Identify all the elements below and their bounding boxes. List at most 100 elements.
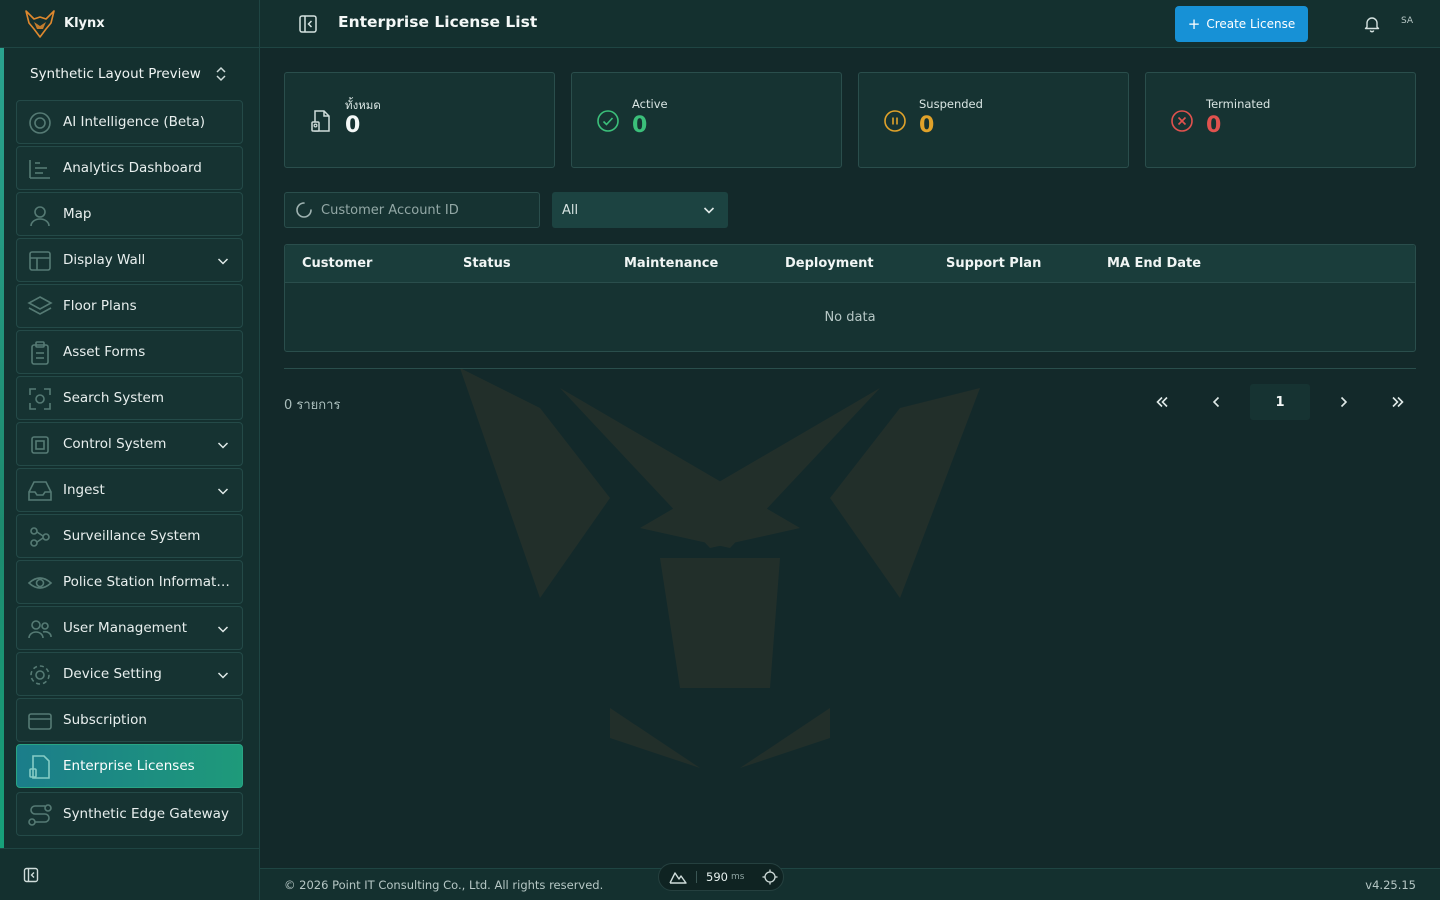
column-header-status[interactable]: Status	[446, 256, 607, 271]
next-page-button[interactable]	[1324, 384, 1364, 420]
sidebar-item-label: Floor Plans	[63, 298, 137, 314]
clipboard-icon	[31, 341, 49, 365]
copyright-text: © 2026 Point IT Consulting Co., Ltd. All…	[284, 878, 604, 892]
column-header-support-plan[interactable]: Support Plan	[929, 256, 1090, 271]
stat-label: Terminated	[1206, 97, 1271, 111]
column-header-ma-end-date[interactable]: MA End Date	[1090, 256, 1251, 271]
table-empty-state: No data	[824, 309, 876, 325]
status-filter-value: All	[562, 202, 579, 218]
sidebar-item-label: Ingest	[63, 482, 105, 498]
eye-icon	[27, 577, 53, 589]
performance-indicator[interactable]: 590 ms	[658, 863, 784, 891]
sidebar-item-label: Asset Forms	[63, 344, 146, 360]
sidebar-item-ingest[interactable]: Ingest	[16, 468, 243, 512]
license-icon	[29, 755, 50, 779]
response-time-unit: ms	[730, 872, 745, 882]
license-table: Customer Status Maintenance Deployment Suppo…	[284, 244, 1416, 352]
separator	[696, 871, 697, 883]
create-license-button[interactable]: + Create License	[1175, 6, 1308, 42]
chevron-down-icon	[217, 488, 229, 495]
sidebar-item-display-wall[interactable]: Display Wall	[16, 238, 243, 282]
stat-card-total: ทั้งหมด 0	[284, 72, 555, 168]
users-icon	[28, 620, 52, 639]
sidebar-item-synthetic-edge-gateway[interactable]: Synthetic Edge Gateway	[16, 792, 243, 836]
sidebar-item-subscription[interactable]: Subscription	[16, 698, 243, 742]
sidebar-item-map[interactable]: Map	[16, 192, 243, 236]
record-count: 0 รายการ	[284, 398, 341, 413]
sidebar-item-floor-plans[interactable]: Floor Plans	[16, 284, 243, 328]
last-page-button[interactable]	[1378, 384, 1418, 420]
divider	[284, 368, 1416, 369]
cpu-icon	[31, 436, 49, 454]
network-icon	[30, 527, 50, 547]
previous-page-button[interactable]	[1196, 384, 1236, 420]
version-text: v4.25.15	[1365, 878, 1416, 892]
chevron-left-icon	[1212, 396, 1220, 408]
stat-value: 0	[1206, 113, 1222, 138]
customer-search-input[interactable]	[321, 202, 531, 218]
sidebar-nav: AI Intelligence (Beta) Analytics Dashboar…	[16, 100, 243, 838]
sidebar-toggle-icon[interactable]	[298, 14, 318, 34]
sidebar-item-label: Police Station Informati...	[63, 574, 231, 590]
column-header-customer[interactable]: Customer	[285, 256, 446, 271]
chevron-down-icon	[217, 258, 229, 265]
check-circle-icon	[597, 110, 619, 132]
workspace-switcher[interactable]: Synthetic Layout Preview	[16, 58, 242, 90]
first-page-button[interactable]	[1142, 384, 1182, 420]
sidebar-item-label: Surveillance System	[63, 528, 201, 544]
current-page[interactable]: 1	[1250, 384, 1310, 420]
sidebar-footer	[0, 848, 260, 900]
sidebar-item-enterprise-licenses[interactable]: Enterprise Licenses	[16, 744, 243, 788]
chevron-down-icon	[217, 626, 229, 633]
main-content: ทั้งหมด0 Active 0 Suspended 0 Terminated 0 All…	[260, 48, 1440, 868]
sidebar-item-label: Subscription	[63, 712, 147, 728]
bell-icon[interactable]	[1363, 15, 1381, 33]
sidebar-collapse-icon[interactable]	[23, 867, 39, 883]
x-circle-icon	[1171, 110, 1193, 132]
sidebar-item-asset-forms[interactable]: Asset Forms	[16, 330, 243, 374]
sidebar-item-label: Enterprise Licenses	[63, 758, 195, 774]
stat-label: Suspended	[919, 97, 983, 111]
sidebar-item-control-system[interactable]: Control System	[16, 422, 243, 466]
response-time-value: 590	[706, 870, 728, 884]
column-header-deployment[interactable]: Deployment	[768, 256, 929, 271]
sidebar-item-device-setting[interactable]: Device Setting	[16, 652, 243, 696]
sidebar-accent-bar	[0, 48, 4, 848]
brand[interactable]: Klynx	[0, 0, 260, 48]
sidebar-item-police-station-informati[interactable]: Police Station Informati...	[16, 560, 243, 604]
gear-icon	[30, 665, 50, 685]
status-filter-select[interactable]: All	[552, 192, 728, 228]
crosshair-icon[interactable]	[762, 869, 778, 885]
chart-icon	[29, 160, 50, 179]
sidebar-item-analytics-dashboard[interactable]: Analytics Dashboard	[16, 146, 243, 190]
chevron-down-icon	[217, 442, 229, 449]
ai-icon	[29, 112, 51, 134]
sidebar-item-label: AI Intelligence (Beta)	[63, 114, 206, 130]
avatar[interactable]: SA	[1401, 16, 1413, 26]
sidebar-item-surveillance-system[interactable]: Surveillance System	[16, 514, 243, 558]
scan-icon	[29, 388, 51, 410]
stat-value: 0	[345, 113, 361, 138]
sidebar: Klynx Synthetic Layout Preview AI Intell…	[0, 0, 260, 900]
chevron-right-icon	[1340, 396, 1348, 408]
table-header-row: Customer Status Maintenance Deployment Suppo…	[285, 245, 1415, 283]
document-icon	[311, 110, 330, 132]
stat-value: 0	[632, 113, 648, 138]
chevrons-left-icon	[1156, 396, 1168, 408]
page-title: Enterprise License List	[338, 13, 538, 31]
chevron-down-icon	[217, 672, 229, 679]
stat-card-suspended: Suspended 0	[858, 72, 1129, 168]
stat-value: 0	[919, 113, 935, 138]
sidebar-item-ai-intelligence-beta[interactable]: AI Intelligence (Beta)	[16, 100, 243, 144]
sidebar-item-label: User Management	[63, 620, 187, 636]
sidebar-item-label: Search System	[63, 390, 165, 406]
customer-search-field[interactable]	[284, 192, 540, 228]
stat-card-active: Active 0	[571, 72, 842, 168]
sidebar-item-search-system[interactable]: Search System	[16, 376, 243, 420]
stat-label: Active	[632, 97, 668, 111]
workspace-name: Synthetic Layout Preview	[30, 66, 201, 82]
sidebar-item-user-management[interactable]: User Management	[16, 606, 243, 650]
sidebar-item-label: Synthetic Edge Gateway	[63, 806, 229, 822]
inbox-icon	[28, 481, 52, 501]
column-header-maintenance[interactable]: Maintenance	[607, 256, 768, 271]
